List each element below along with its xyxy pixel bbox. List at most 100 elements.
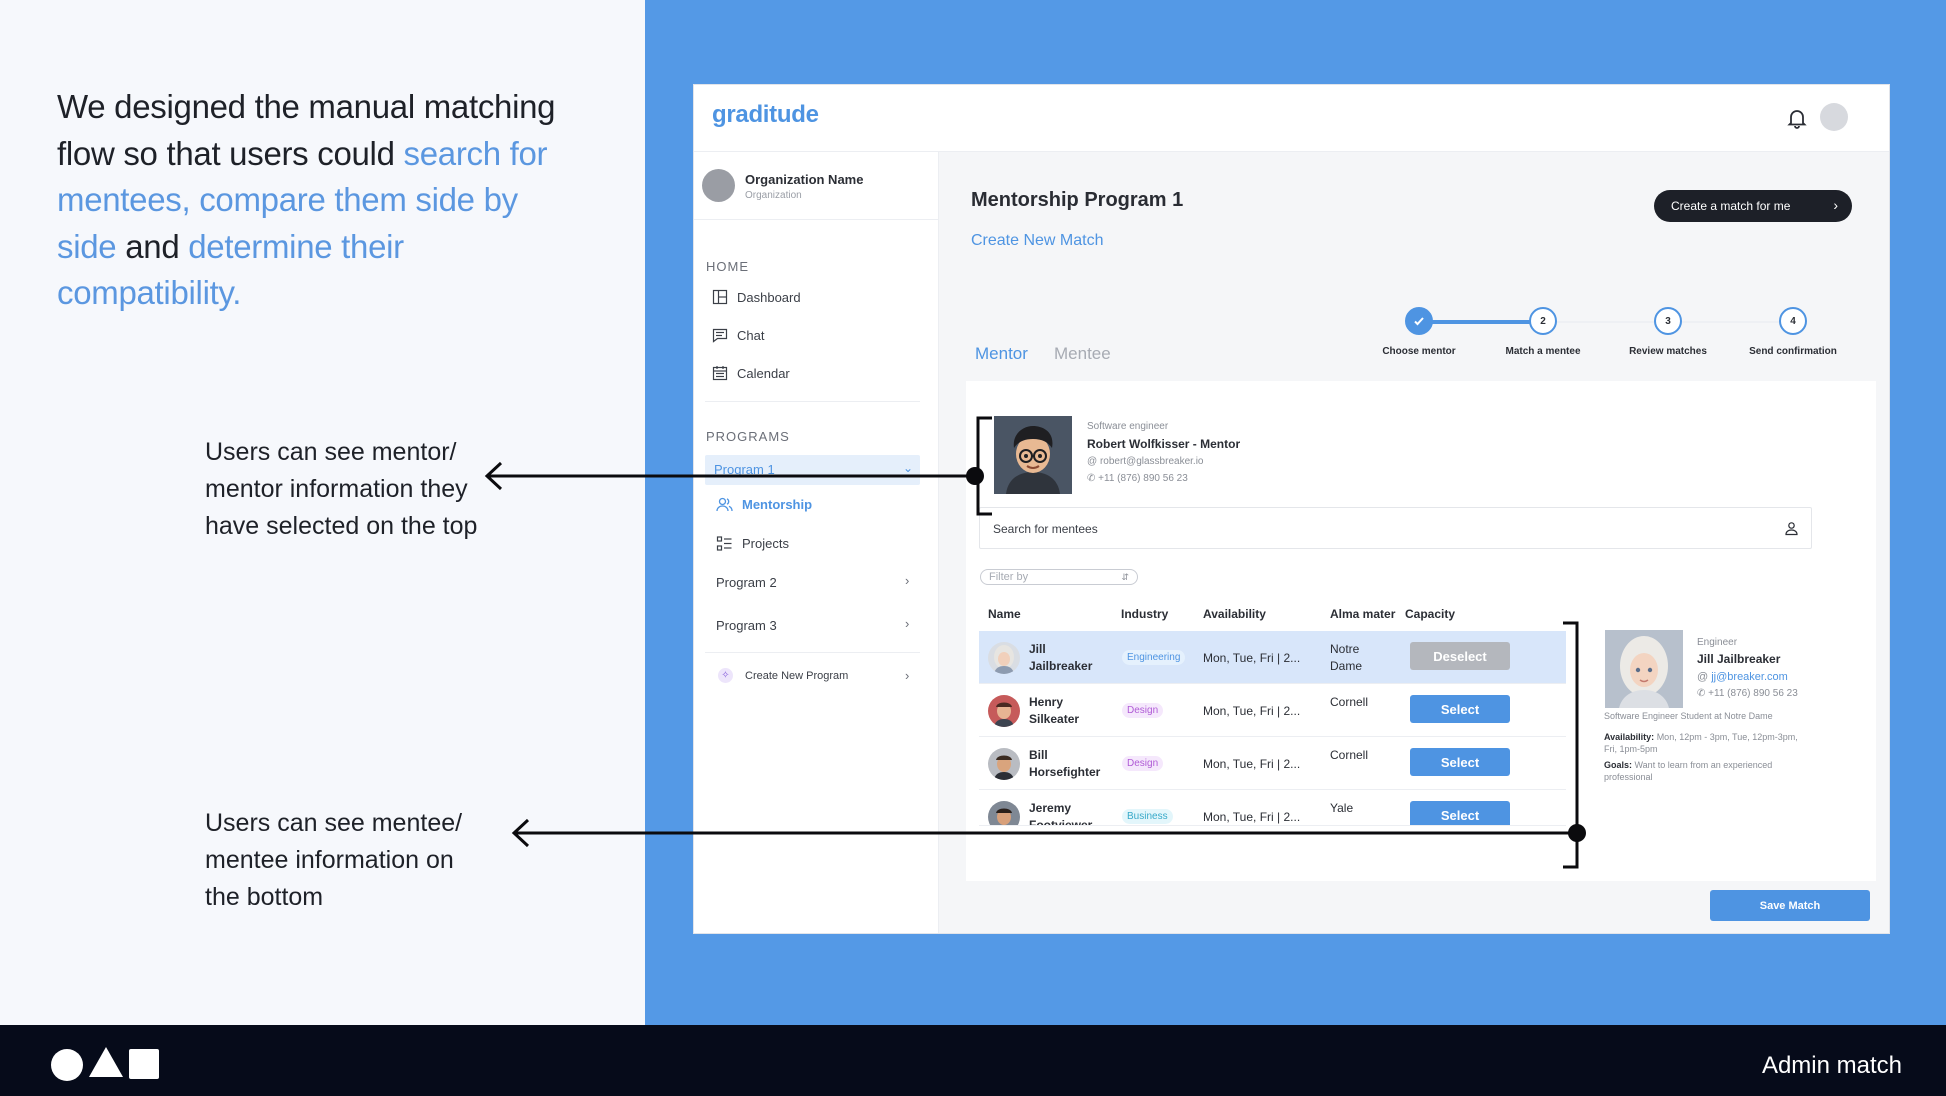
org-avatar [702,169,735,202]
sidebar-divider [705,401,920,402]
match-panel: Software engineer Robert Wolfkisser - Me… [966,381,1876,881]
sidebar-item-projects[interactable]: Projects [716,535,789,552]
cta-label: Create a match for me [1671,199,1791,213]
projects-icon [716,536,732,551]
mentee-name: Bill Horsefighter [1029,748,1101,779]
bell-icon[interactable] [1785,106,1809,130]
sidebar-item-label: Projects [742,536,789,551]
mentee-name: Henry Silkeater [1029,695,1080,726]
select-button[interactable]: Select [1410,695,1510,723]
sidebar-section-home: HOME [706,259,749,274]
select-button[interactable]: Select [1410,748,1510,776]
note-bottom: Users can see mentee/ mentee information… [205,809,463,911]
select-button[interactable]: Select [1410,801,1510,825]
mentor-phone-text: +11 (876) 890 56 23 [1098,473,1188,484]
check-icon [1414,317,1424,326]
search-mentees-input[interactable]: Search for mentees [979,507,1812,549]
phone-icon: ✆ [1697,688,1709,699]
mentor-email: @ robert@glassbreaker.io [1087,456,1203,467]
sidebar-item-dashboard[interactable]: Dashboard [712,289,801,305]
chevron-right-icon[interactable]: › [905,668,909,683]
user-avatar[interactable] [1820,103,1848,131]
mentee-email-text: jj@breaker.com [1711,671,1788,683]
sidebar-section-programs: PROGRAMS [706,429,790,444]
stepper-progress [1419,320,1542,324]
alma-mater: Yale [1330,801,1354,815]
plus-icon: ✧ [718,668,733,683]
mentee-phone: ✆ +11 (876) 890 56 23 [1697,688,1798,699]
mentee-goals: Goals: Want to learn from an experienced… [1604,759,1804,783]
column-header-capacity: Capacity [1405,607,1456,621]
mentor-avatar [994,416,1072,494]
mentor-name: Robert Wolfkisser - Mentor [1087,437,1241,451]
app-logo[interactable]: graditude [712,101,819,129]
create-program-label: Create New Program [745,669,849,682]
mentee-detail-avatar [1605,630,1683,708]
app-window: graditude Organization Name Organization… [693,84,1890,934]
create-match-for-me-button[interactable]: Create a match for me › [1654,190,1852,222]
step-3[interactable]: 3 [1654,307,1682,335]
user-search-icon[interactable] [1784,521,1799,536]
industry-badge: Business [1122,809,1173,824]
chevron-right-icon[interactable]: › [905,573,909,588]
sidebar-program-3[interactable]: Program 3 [716,618,777,633]
mentee-role: Engineer [1697,637,1738,648]
mentor-phone: ✆ +11 (876) 890 56 23 [1087,473,1188,484]
sidebar-item-mentorship[interactable]: Mentorship [716,496,812,513]
sidebar-item-label: Calendar [737,365,790,381]
intro-text: We designed the manual matching flow so … [57,84,577,317]
filter-select[interactable]: Filter by ⇵ [980,569,1138,585]
column-header-availability: Availability [1203,607,1266,621]
column-header-name: Name [988,607,1021,621]
step-2[interactable]: 2 [1529,307,1557,335]
sidebar-item-chat[interactable]: Chat [712,327,764,343]
sidebar-program-2[interactable]: Program 2 [716,575,777,590]
mentee-name: Jill Jailbreaker [1029,642,1093,673]
step-label: Match a mentee [1505,346,1581,357]
sidebar: Organization Name Organization HOME Dash… [694,152,939,933]
org-subtitle: Organization [745,190,802,201]
tab-mentor[interactable]: Mentor [975,344,1028,364]
tab-mentee[interactable]: Mentee [1054,344,1111,364]
mentee-phone-text: +11 (876) 890 56 23 [1708,688,1798,699]
save-match-button[interactable]: Save Match [1710,890,1870,921]
table-row[interactable]: Jeremy Footviewer Business Mon, Tue, Fri… [979,790,1566,826]
avatar [988,748,1020,780]
step-1[interactable] [1405,307,1433,335]
alma-mater: Cornell [1330,748,1369,762]
create-new-program-button[interactable]: ✧ Create New Program [718,668,848,683]
alma-mater: Notre Dame [1330,642,1363,673]
sidebar-item-label: Chat [737,327,765,343]
sidebar-item-label: Mentorship [742,497,813,512]
mentee-email[interactable]: @ jj@breaker.com [1697,671,1788,683]
search-placeholder: Search for mentees [993,522,1098,536]
circle-logo-icon [51,1049,83,1081]
sidebar-divider [694,219,939,220]
alma-mater: Cornell [1330,695,1369,709]
deselect-button[interactable]: Deselect [1410,642,1510,670]
mentee-availability: Availability: Mon, 12pm - 3pm, Tue, 12pm… [1604,731,1804,755]
top-bar: graditude [694,85,1889,152]
availability: Mon, Tue, Fri | 2... [1203,651,1301,665]
program-1-label: Program 1 [714,462,775,477]
availability-label: Availability: [1604,732,1655,742]
table-row[interactable]: Henry Silkeater Design Mon, Tue, Fri | 2… [979,684,1566,737]
chevron-right-icon[interactable]: › [905,616,909,631]
mentee-description: Software Engineer Student at Notre Dame [1604,711,1773,721]
mentee-name: Jeremy Footviewer [1029,801,1093,826]
sidebar-program-1[interactable]: Program 1 ⌄ [705,455,920,485]
availability: Mon, Tue, Fri | 2... [1203,810,1301,824]
table-row[interactable]: Bill Horsefighter Design Mon, Tue, Fri |… [979,737,1566,790]
chevron-down-icon: ⌄ [903,461,914,475]
avatar [988,801,1020,825]
step-4[interactable]: 4 [1779,307,1807,335]
table-row[interactable]: Jill Jailbreaker Engineering Mon, Tue, F… [979,631,1566,684]
column-header-industry: Industry [1121,607,1169,621]
page-subtitle: Create New Match [971,232,1104,249]
industry-badge: Engineering [1122,650,1186,665]
avatar [988,695,1020,727]
filter-placeholder: Filter by [989,571,1029,583]
sidebar-item-label: Dashboard [737,289,801,305]
sidebar-item-calendar[interactable]: Calendar [712,365,790,381]
avatar [988,642,1020,674]
